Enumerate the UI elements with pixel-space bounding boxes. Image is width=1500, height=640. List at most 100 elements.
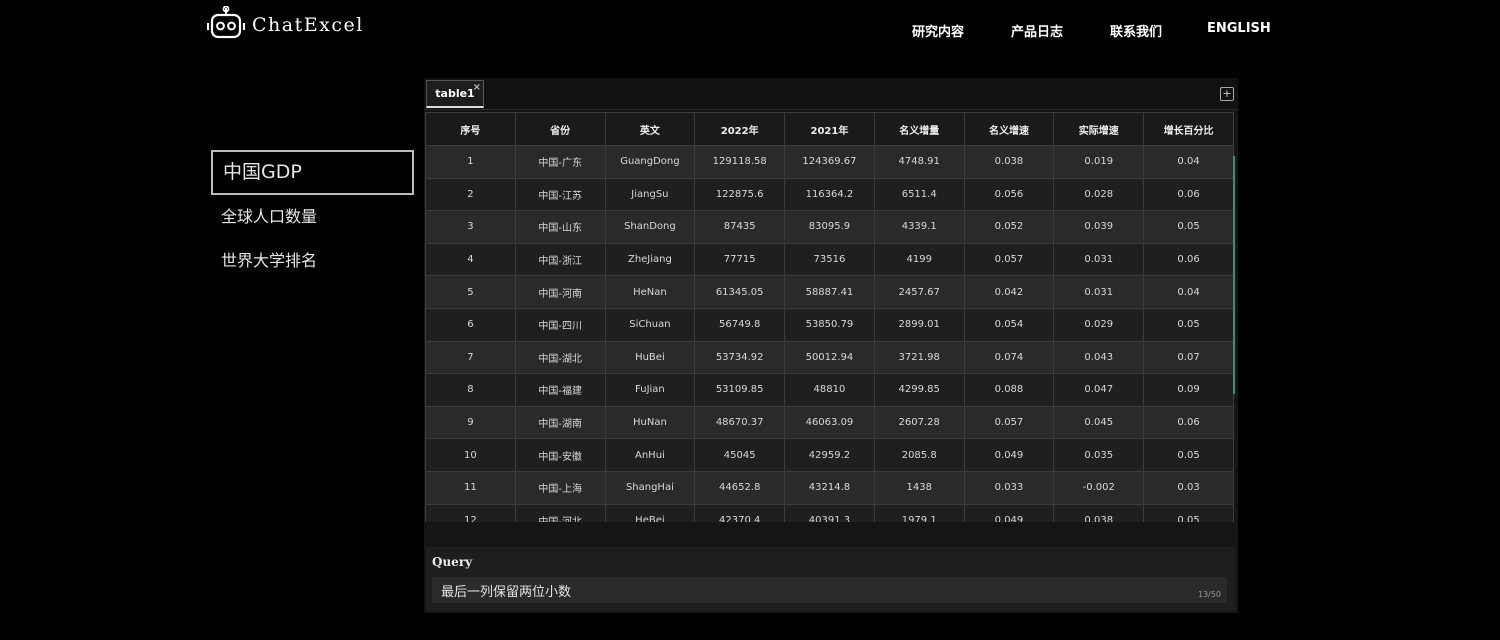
table-cell[interactable]: 2 [425, 177, 516, 212]
sidebar-item-world-population[interactable]: 全球人口数量 [211, 195, 414, 239]
table-cell[interactable]: 2899.01 [873, 307, 965, 342]
sidebar-item-china-gdp[interactable]: 中国GDP [211, 150, 414, 195]
column-header[interactable]: 省份 [514, 112, 606, 146]
table-cell[interactable]: 中国-河南 [514, 275, 606, 309]
column-header[interactable]: 名义增速 [963, 112, 1055, 146]
table-cell[interactable]: 0.039 [1053, 210, 1145, 244]
table-row[interactable]: 2 中国-江苏 JiangSu 122875.6 116364.2 6511.4 0.056… [425, 177, 1234, 212]
table-cell[interactable]: 1979.1 [873, 503, 965, 522]
table-cell[interactable]: 1438 [873, 470, 965, 505]
table-cell[interactable]: 48810 [784, 373, 875, 407]
query-input[interactable]: 最后一列保留两位小数 13/50 [432, 577, 1227, 603]
table-cell[interactable]: 53109.85 [694, 373, 786, 407]
column-header[interactable]: 英文 [604, 112, 696, 146]
table-cell[interactable]: 中国-上海 [514, 470, 606, 505]
table-cell[interactable]: 46063.09 [784, 405, 875, 440]
table-cell[interactable]: HeNan [604, 275, 696, 309]
table-cell[interactable]: 中国-安徽 [514, 438, 606, 472]
table-cell[interactable]: 0.088 [963, 373, 1055, 407]
table-scrollbar[interactable] [1233, 156, 1235, 394]
table-cell[interactable]: 0.031 [1053, 275, 1145, 309]
table-cell[interactable]: 42959.2 [784, 438, 875, 472]
table-cell[interactable]: 43214.8 [784, 470, 875, 505]
table-cell[interactable]: ShanDong [604, 210, 696, 244]
table-cell[interactable]: JiangSu [604, 177, 696, 212]
table-cell[interactable]: 0.04 [1143, 275, 1234, 309]
table-cell[interactable]: 3 [425, 210, 516, 244]
column-header[interactable]: 增长百分比 [1143, 112, 1234, 146]
table-cell[interactable]: 0.033 [963, 470, 1055, 505]
table-cell[interactable]: 0.043 [1053, 340, 1145, 375]
sidebar-item-university-ranking[interactable]: 世界大学排名 [211, 239, 414, 283]
table-cell[interactable]: 4748.91 [873, 145, 965, 179]
table-cell[interactable]: 0.06 [1143, 405, 1234, 440]
table-cell[interactable]: HuNan [604, 405, 696, 440]
table-cell[interactable]: 0.042 [963, 275, 1055, 309]
table-cell[interactable]: 0.06 [1143, 177, 1234, 212]
table-cell[interactable]: 42370.4 [694, 503, 786, 522]
table-cell[interactable]: 0.074 [963, 340, 1055, 375]
table-cell[interactable]: 11 [425, 470, 516, 505]
table-cell[interactable]: 0.052 [963, 210, 1055, 244]
column-header[interactable]: 序号 [425, 112, 516, 146]
table-cell[interactable]: 0.049 [963, 438, 1055, 472]
table-cell[interactable]: 2085.8 [873, 438, 965, 472]
table-cell[interactable]: 0.038 [963, 145, 1055, 179]
table-cell[interactable]: 7 [425, 340, 516, 375]
table-cell[interactable]: 0.047 [1053, 373, 1145, 407]
table-row[interactable]: 7 中国-湖北 HuBei 53734.92 50012.94 3721.98 0.074 0… [425, 340, 1234, 375]
table-cell[interactable]: 0.045 [1053, 405, 1145, 440]
table-cell[interactable]: SiChuan [604, 307, 696, 342]
table-row[interactable]: 10 中国-安徽 AnHui 45045 42959.2 2085.8 0.049 0.035… [425, 438, 1234, 472]
table-cell[interactable]: 50012.94 [784, 340, 875, 375]
table-cell[interactable]: 0.038 [1053, 503, 1145, 522]
nav-contact[interactable]: 联系我们 [1110, 21, 1162, 40]
table-cell[interactable]: 0.04 [1143, 145, 1234, 179]
table-cell[interactable]: 3721.98 [873, 340, 965, 375]
plus-square-icon[interactable]: + [1220, 87, 1234, 101]
table-cell[interactable]: 0.029 [1053, 307, 1145, 342]
table-cell[interactable]: 53850.79 [784, 307, 875, 342]
column-header[interactable]: 2021年 [784, 112, 875, 146]
table-cell[interactable]: 0.054 [963, 307, 1055, 342]
table-cell[interactable]: 0.028 [1053, 177, 1145, 212]
table-cell[interactable]: 124369.67 [784, 145, 875, 179]
table-row[interactable]: 4 中国-浙江 ZheJiang 77715 73516 4199 0.057 0.031 0.… [425, 242, 1234, 277]
table-cell[interactable]: 87435 [694, 210, 786, 244]
table-cell[interactable]: 0.06 [1143, 242, 1234, 277]
table-row[interactable]: 1 中国-广东 GuangDong 129118.58 124369.67 4748.91… [425, 145, 1234, 179]
table-cell[interactable]: 0.057 [963, 405, 1055, 440]
table-row[interactable]: 11 中国-上海 ShangHai 44652.8 43214.8 1438 0.033 -0… [425, 470, 1234, 505]
table-cell[interactable]: 6 [425, 307, 516, 342]
table-cell[interactable]: 0.019 [1053, 145, 1145, 179]
tab-table1[interactable]: table1 × [426, 80, 484, 108]
table-row[interactable]: 8 中国-福建 FuJian 53109.85 48810 4299.85 0.088 0.0… [425, 373, 1234, 407]
table-cell[interactable]: 中国-江苏 [514, 177, 606, 212]
table-cell[interactable]: 129118.58 [694, 145, 786, 179]
table-cell[interactable]: ShangHai [604, 470, 696, 505]
table-row[interactable]: 6 中国-四川 SiChuan 56749.8 53850.79 2899.01 0.054… [425, 307, 1234, 342]
table-cell[interactable]: AnHui [604, 438, 696, 472]
table-cell[interactable]: 8 [425, 373, 516, 407]
table-cell[interactable]: 中国-四川 [514, 307, 606, 342]
table-cell[interactable]: 中国-湖南 [514, 405, 606, 440]
table-cell[interactable]: 中国-湖北 [514, 340, 606, 375]
table-cell[interactable]: 0.049 [963, 503, 1055, 522]
table-cell[interactable]: 中国-河北 [514, 503, 606, 522]
table-cell[interactable]: 中国-广东 [514, 145, 606, 179]
table-row[interactable]: 9 中国-湖南 HuNan 48670.37 46063.09 2607.28 0.057 0… [425, 405, 1234, 440]
nav-changelog[interactable]: 产品日志 [1011, 21, 1063, 40]
table-cell[interactable]: GuangDong [604, 145, 696, 179]
table-cell[interactable]: 40391.3 [784, 503, 875, 522]
table-cell[interactable]: 61345.05 [694, 275, 786, 309]
table-cell[interactable]: 1 [425, 145, 516, 179]
table-cell[interactable]: 4199 [873, 242, 965, 277]
table-cell[interactable]: 4299.85 [873, 373, 965, 407]
table-cell[interactable]: HeBei [604, 503, 696, 522]
close-icon[interactable]: × [473, 75, 481, 101]
table-cell[interactable]: 0.031 [1053, 242, 1145, 277]
nav-english[interactable]: ENGLISH [1207, 21, 1271, 36]
table-row[interactable]: 5 中国-河南 HeNan 61345.05 58887.41 2457.67 0.042 0… [425, 275, 1234, 309]
table-cell[interactable]: 0.05 [1143, 438, 1234, 472]
table-cell[interactable]: 0.05 [1143, 307, 1234, 342]
